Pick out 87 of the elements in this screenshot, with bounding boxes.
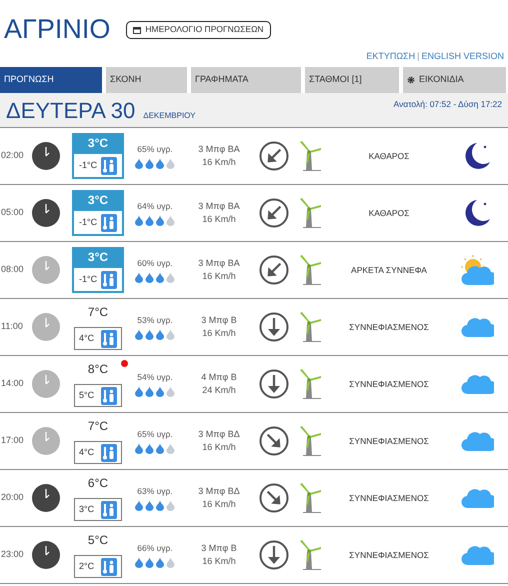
feels-like-temperature: -1°C	[79, 272, 98, 286]
wind-speed: 16 Km/h	[202, 555, 236, 568]
humidity-label: 60% υγρ.	[137, 256, 173, 270]
wind-turbine-icon	[297, 483, 323, 513]
day-title: ΔΕΥΤΕΡΑ 30	[6, 100, 136, 122]
calendar-icon	[133, 26, 142, 34]
feels-like-temperature: -1°C	[79, 216, 98, 229]
condition-label: ΣΥΝΝΕΦΙΑΣΜΕΝΟΣ	[349, 378, 429, 390]
feels-like-icon	[101, 500, 117, 518]
wind-turbine-icon	[297, 312, 323, 342]
tab[interactable]: ΓΡΑΦΗΜΑΤΑ	[191, 67, 301, 93]
feels-like-temperature: 2°C	[79, 560, 94, 573]
time-label: 23:00	[0, 548, 25, 562]
tab[interactable]: ΕΙΚΟΝΙΔΙΑ	[403, 67, 506, 93]
wind-force: 3 Μπφ ΒΑ	[198, 143, 240, 156]
wind-turbine-icon	[297, 540, 323, 570]
feels-like-icon	[101, 558, 117, 576]
wind-turbine-icon	[297, 369, 323, 399]
condition-label: ΣΥΝΝΕΦΙΑΣΜΕΝΟΣ	[349, 434, 429, 448]
wind-speed: 16 Km/h	[202, 156, 236, 169]
condition-label: ΚΑΘΑΡΟΣ	[368, 206, 410, 220]
humidity-label: 64% υγρ.	[137, 200, 173, 212]
month-label: ΔΕΚΕΜΒΡΙΟΥ	[143, 110, 196, 122]
feels-like-temperature: 4°C	[79, 332, 94, 345]
feels-like-temperature: 5°C	[79, 388, 94, 402]
wind-force: 3 Μπφ ΒΑ	[198, 257, 240, 270]
temperature: 3°C	[88, 249, 108, 263]
time-label: 14:00	[0, 377, 25, 390]
humidity-label: 53% υγρ.	[137, 314, 173, 326]
wind-force: 3 Μπφ ΒΔ	[198, 428, 240, 441]
wind-speed: 16 Km/h	[202, 498, 236, 511]
feels-like-temperature: 4°C	[79, 446, 94, 459]
time-label: 11:00	[0, 320, 24, 334]
wind-turbine-icon	[297, 255, 323, 285]
condition-label: ΚΑΘΑΡΟΣ	[368, 150, 410, 162]
tab[interactable]: ΠΡΟΓΝΩΣΗ	[0, 67, 102, 93]
wind-force: 3 Μπφ Β	[201, 542, 237, 555]
temperature: 3°C	[88, 135, 108, 149]
wind-speed: 16 Km/h	[202, 213, 236, 226]
feels-like-icon	[101, 444, 117, 462]
feels-like-icon	[101, 214, 117, 232]
feels-like-icon	[101, 270, 117, 288]
tab[interactable]: ΣΤΑΘΜΟΙ [1]	[305, 67, 399, 93]
condition-label: ΣΥΝΝΕΦΙΑΣΜΕΝΟΣ	[349, 492, 429, 504]
wind-force: 3 Μπφ ΒΔ	[198, 485, 240, 498]
temperature: 7°C	[88, 304, 108, 318]
humidity-label: 66% υγρ.	[137, 542, 173, 554]
wind-force: 3 Μπφ Β	[201, 314, 237, 327]
tab[interactable]: ΣΚΟΝΗ	[106, 67, 187, 93]
wind-turbine-icon	[297, 426, 323, 456]
feels-like-temperature: -1°C	[79, 158, 98, 172]
time-label: 17:00	[0, 434, 25, 448]
feels-like-icon	[101, 156, 117, 174]
feels-like-temperature: 3°C	[79, 502, 94, 516]
wind-force: 4 Μπφ Β	[201, 371, 237, 384]
humidity-label: 63% υγρ.	[137, 484, 173, 498]
feels-like-icon	[101, 386, 117, 404]
time-label: 08:00	[0, 263, 25, 276]
wind-speed: 16 Km/h	[202, 270, 236, 283]
time-label: 02:00	[0, 149, 25, 162]
wind-speed: 24 Km/h	[202, 384, 236, 397]
temperature: 8°C	[88, 361, 108, 375]
gear-icon	[407, 76, 415, 84]
humidity-label: 65% υγρ.	[137, 428, 173, 440]
humidity-label: 65% υγρ.	[137, 142, 173, 156]
wind-force: 3 Μπφ ΒΑ	[198, 200, 240, 213]
feels-like-icon	[101, 330, 117, 348]
condition-label: ΑΡΚΕΤΑ ΣΥΝΝΕΦΑ	[351, 264, 427, 276]
humidity-label: 54% υγρ.	[137, 370, 173, 384]
temperature: 3°C	[88, 192, 108, 206]
link-separator: |	[416, 50, 420, 63]
wind-speed: 16 Km/h	[202, 441, 236, 454]
condition-label: ΣΥΝΝΕΦΙΑΣΜΕΝΟΣ	[349, 548, 429, 562]
wind-turbine-icon	[297, 198, 323, 228]
calendar-button[interactable]: ΗΜΕΡΟΛΟΓΙΟ ΠΡΟΓΝΩΣΕΩΝ	[126, 20, 271, 38]
time-label: 20:00	[0, 491, 25, 504]
wind-turbine-icon	[297, 141, 323, 171]
temperature: 7°C	[88, 418, 108, 432]
city-title: ΑΓΡΙΝΙΟ	[4, 16, 110, 43]
temperature: 6°C	[88, 475, 108, 489]
time-label: 05:00	[0, 206, 25, 220]
wind-speed: 16 Km/h	[202, 327, 236, 340]
english-version-link[interactable]: ENGLISH VERSION	[421, 50, 504, 64]
condition-label: ΣΥΝΝΕΦΙΑΣΜΕΝΟΣ	[349, 320, 429, 334]
sun-times: Ανατολή: 07:52 - Δύση 17:22	[394, 98, 502, 111]
print-link[interactable]: ΕΚΤΥΠΩΣΗ	[366, 50, 416, 64]
temperature: 5°C	[88, 532, 108, 546]
